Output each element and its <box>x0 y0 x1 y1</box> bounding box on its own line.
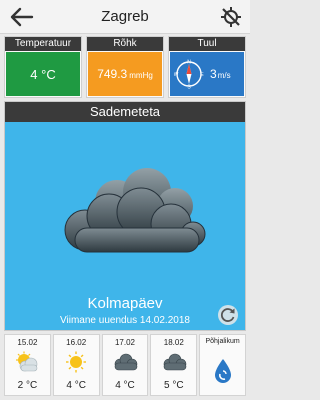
forecast-date: 16.02 <box>66 338 87 347</box>
wind-label: Tuul <box>169 37 245 51</box>
compass-n: N <box>187 60 191 66</box>
precipitation-panel: Sademeteta Kolmapäev Viimane uuendus 14.… <box>4 101 246 331</box>
details-label: Põhjalikum <box>205 338 240 345</box>
forecast-day[interactable]: 16.02 4 °C <box>52 334 100 396</box>
forecast-temp: 4 °C <box>115 380 135 391</box>
compass-e: E <box>200 72 204 78</box>
temperature-card: Temperatuur 4 °C <box>4 36 82 98</box>
cloud-icon <box>114 353 138 371</box>
refresh-icon[interactable] <box>217 304 239 326</box>
water-drop-icon <box>214 359 231 383</box>
gps-off-icon[interactable] <box>220 6 242 28</box>
precipitation-title: Sademeteta <box>5 102 245 122</box>
pressure-value: 749.3 <box>97 67 128 81</box>
forecast-temp: 5 °C <box>164 380 184 391</box>
cloud-icon <box>64 168 206 253</box>
pressure-card: Rõhk 749.3 mmHg <box>86 36 164 98</box>
forecast-day[interactable]: 17.02 4 °C <box>101 334 149 396</box>
last-updated-text: Viimane uuendus 14.02.2018 <box>60 315 190 326</box>
cloud-icon <box>163 353 187 371</box>
top-bar: Zagreb <box>0 0 250 34</box>
wind-value: 3 <box>210 67 217 81</box>
forecast-date: 18.02 <box>163 338 184 347</box>
arrow-left-icon[interactable] <box>8 5 36 29</box>
details-tile[interactable]: Põhjalikum <box>199 334 246 396</box>
temperature-label: Temperatuur <box>5 37 81 51</box>
wind-unit: m/s <box>217 71 231 80</box>
sun-cloud-icon <box>16 351 38 372</box>
pressure-label: Rõhk <box>87 37 163 51</box>
pressure-unit: mmHg <box>129 71 153 80</box>
forecast-date: 15.02 <box>17 338 38 347</box>
forecast-temp: 2 °C <box>17 380 38 391</box>
forecast-temp: 4 °C <box>66 380 86 391</box>
forecast-day[interactable]: 18.02 5 °C <box>150 334 198 396</box>
city-title: Zagreb <box>101 8 149 25</box>
weekday-label: Kolmapäev <box>87 295 163 312</box>
temperature-value: 4 °C <box>30 66 56 82</box>
forecast-day[interactable]: 15.02 2 °C <box>4 334 51 396</box>
compass-w: W <box>174 72 179 78</box>
forecast-strip: 15.02 2 °C 16.02 4 °C 17.02 4 °C 18.02 5… <box>4 334 246 396</box>
wind-card: Tuul N E S W 3 m/s <box>168 36 246 98</box>
sun-icon <box>66 351 87 373</box>
forecast-date: 17.02 <box>114 338 135 347</box>
compass-icon: N E S W <box>174 60 204 90</box>
